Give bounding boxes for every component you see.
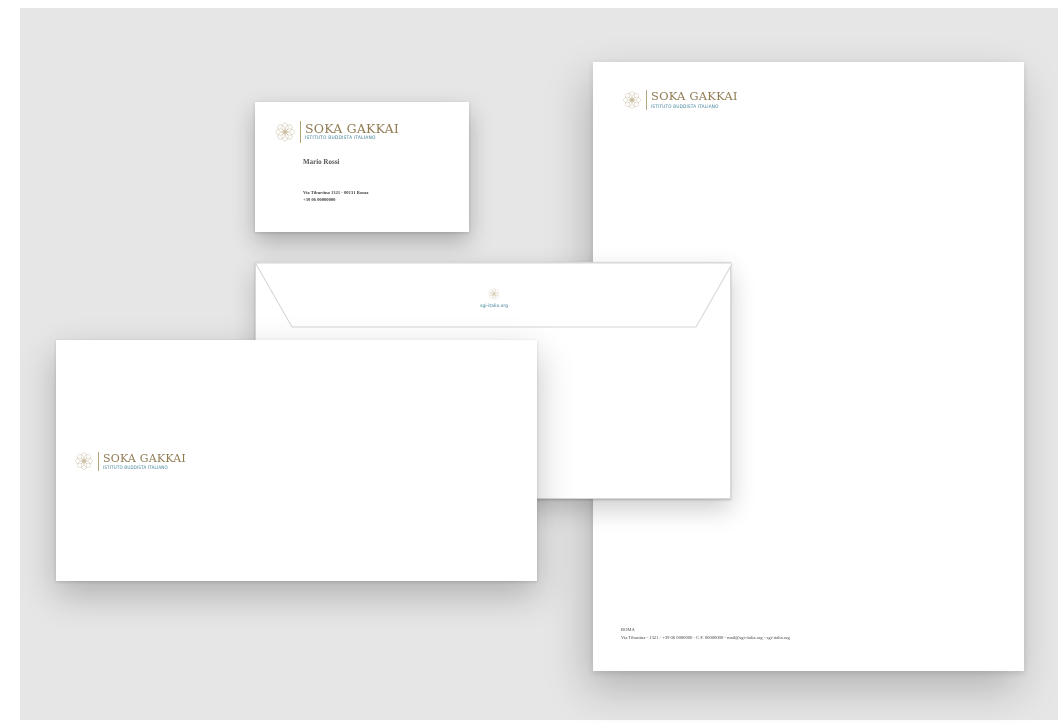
footer-contacts: Via Tiburtina - 1321 - +39 06 0000000 - … <box>621 634 790 640</box>
lotus-mandala-icon <box>75 452 93 470</box>
brand-name: SOKA GAKKAI <box>651 89 738 104</box>
logo-divider <box>646 90 647 110</box>
brand-subtitle: ISTITUTO BUDDISTA ITALIANO <box>651 103 719 109</box>
card-address: Via Tiburtina 1321 - 00131 Roma <box>303 190 369 195</box>
envelope-logo: SOKA GAKKAI ISTITUTO BUDDISTA ITALIANO <box>73 450 186 472</box>
card-person-name: Mario Rossi <box>303 158 340 166</box>
lotus-mandala-icon <box>488 288 500 300</box>
logo-divider <box>98 451 99 471</box>
brand-subtitle: ISTITUTO BUDDISTA ITALIANO <box>305 136 376 142</box>
letterhead-logo: SOKA GAKKAI ISTITUTO BUDDISTA ITALIANO <box>621 89 738 111</box>
lotus-mandala-icon <box>623 91 641 109</box>
business-card: SOKA GAKKAI ISTITUTO BUDDISTA ITALIANO M… <box>255 102 469 232</box>
letterhead-footer: ROMA Via Tiburtina - 1321 - +39 06 00000… <box>621 626 790 642</box>
flap-website: sgi-italia.org <box>480 304 508 309</box>
brand-subtitle: ISTITUTO BUDDISTA ITALIANO <box>103 464 168 470</box>
logo-divider <box>300 121 301 143</box>
envelope-front: SOKA GAKKAI ISTITUTO BUDDISTA ITALIANO <box>56 340 537 581</box>
footer-city: ROMA <box>621 627 635 632</box>
brand-name: SOKA GAKKAI <box>305 120 399 136</box>
card-logo: SOKA GAKKAI ISTITUTO BUDDISTA ITALIANO <box>273 120 399 144</box>
lotus-mandala-icon <box>275 122 295 142</box>
card-phone: +39 06 00000000 <box>303 197 336 203</box>
card-contact: Via Tiburtina 1321 - 00131 Roma +39 06 0… <box>303 189 368 204</box>
brand-name: SOKA GAKKAI <box>103 451 186 465</box>
